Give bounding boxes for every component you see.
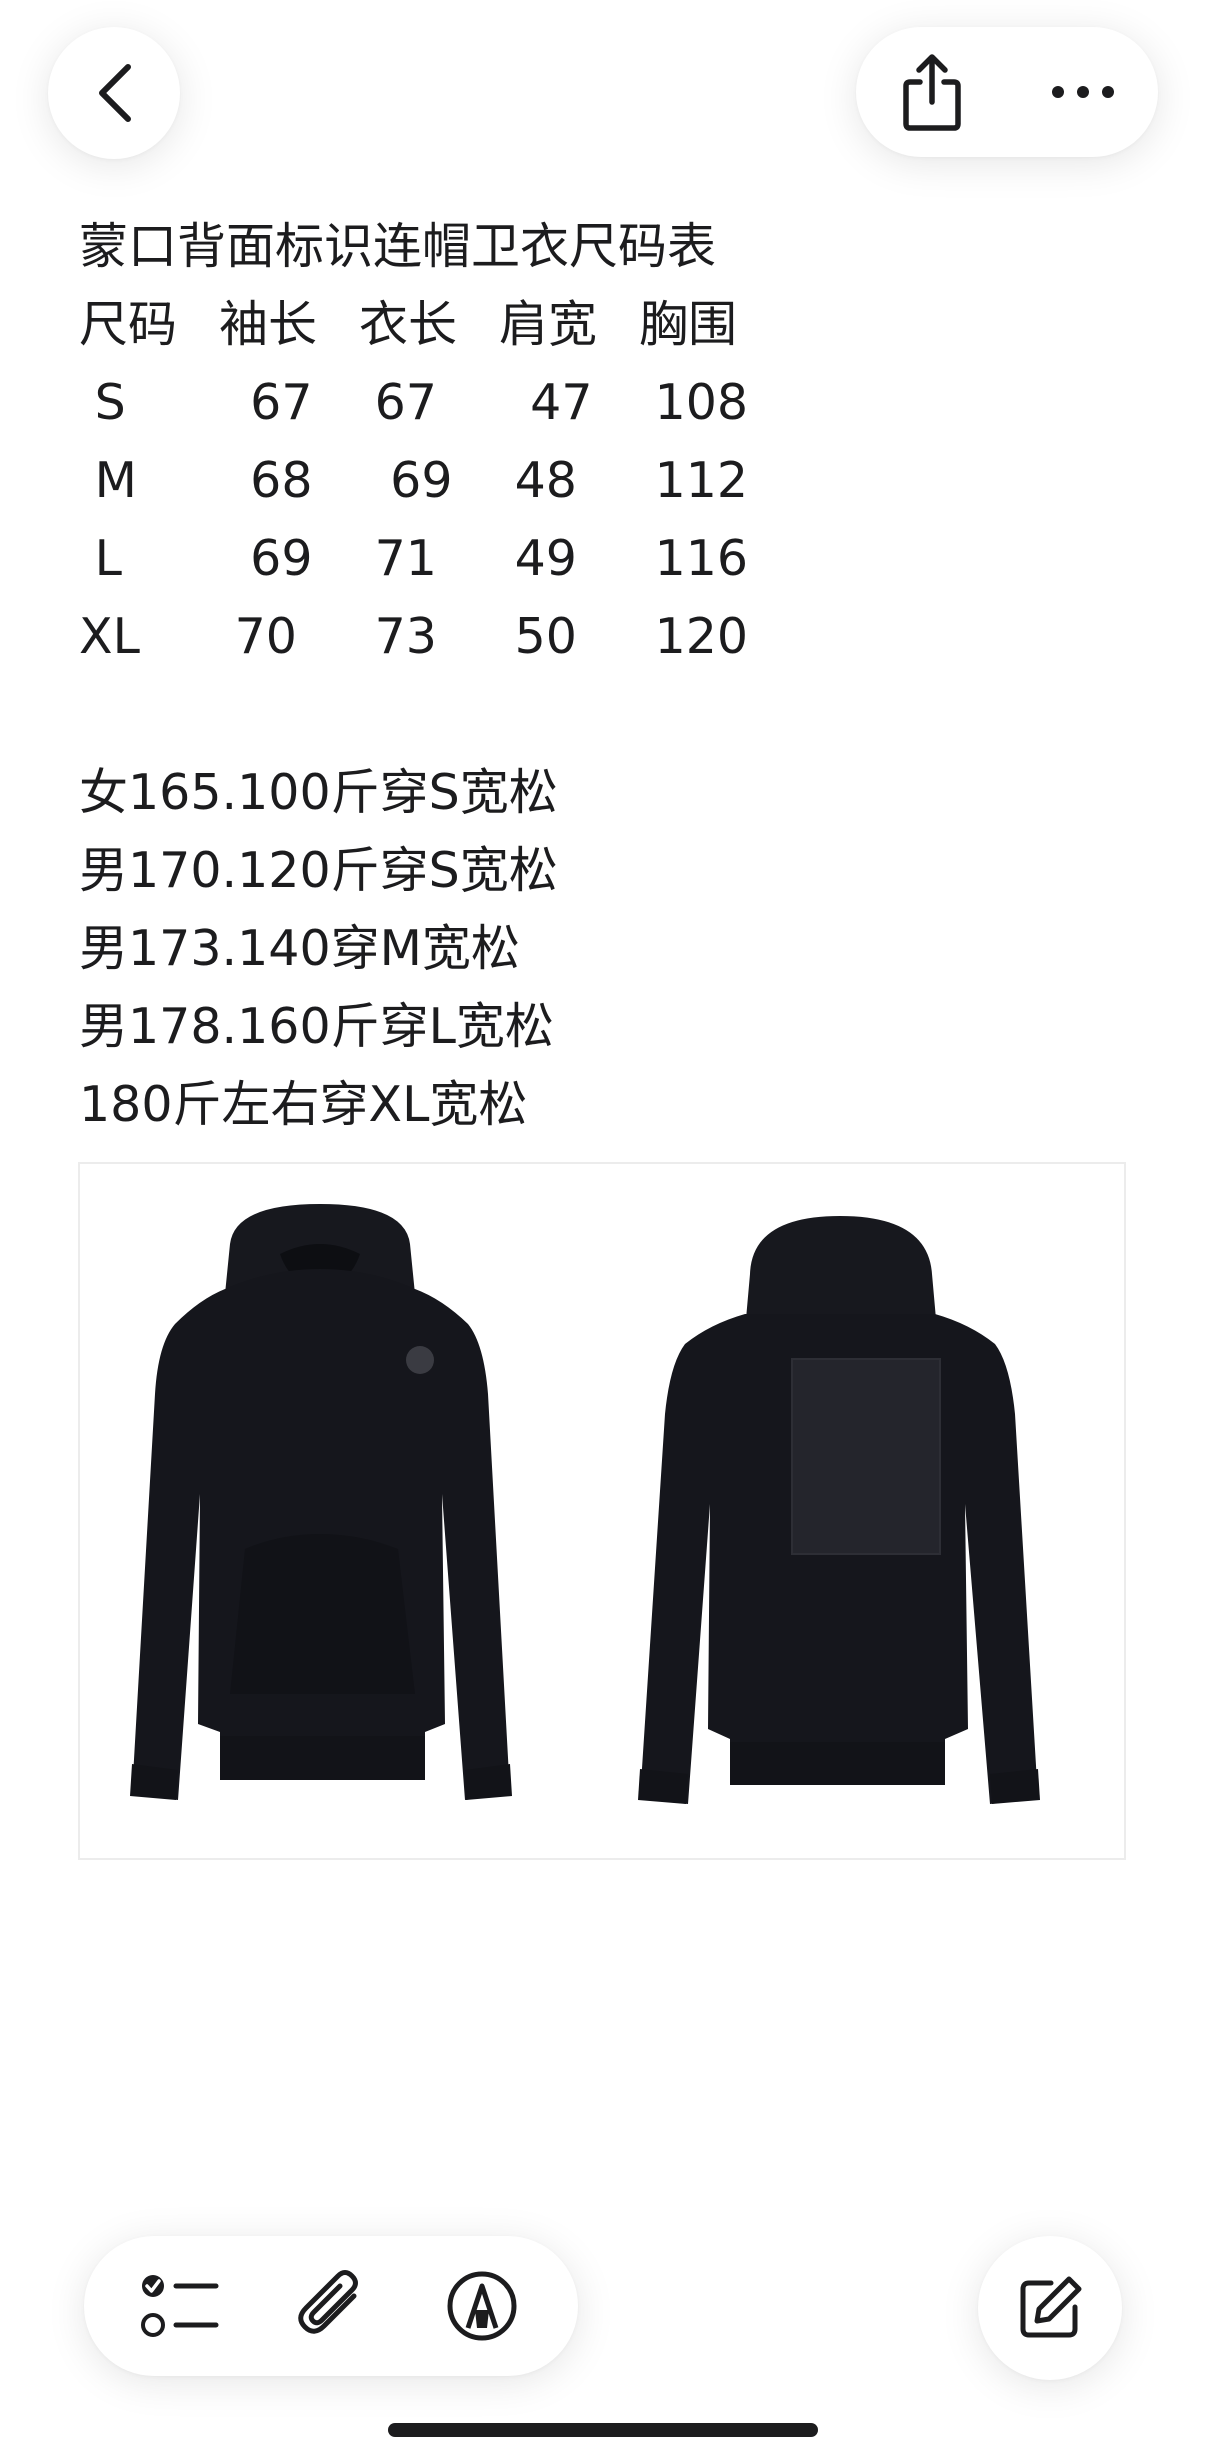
table-header-length: 衣长 xyxy=(359,296,458,353)
table-cell: 108 xyxy=(639,374,749,431)
table-header-shoulder: 肩宽 xyxy=(499,296,598,353)
chevron-left-icon xyxy=(99,64,131,122)
checklist-icon xyxy=(140,2275,219,2337)
product-photo[interactable] xyxy=(78,1162,1126,1860)
table-cell: M xyxy=(79,452,137,509)
table-cell: S xyxy=(79,374,126,431)
compose-icon xyxy=(1020,2276,1082,2338)
table-cell: 67 xyxy=(219,374,313,431)
more-button[interactable] xyxy=(1023,32,1143,152)
back-button[interactable] xyxy=(48,27,180,159)
table-cell: 50 xyxy=(499,608,577,665)
checklist-button[interactable] xyxy=(120,2246,240,2366)
table-cell: 68 xyxy=(219,452,313,509)
table-cell: 116 xyxy=(639,530,749,587)
hoodie-front-image xyxy=(130,1204,512,1800)
table-cell: 120 xyxy=(639,608,749,665)
bottom-toolbar xyxy=(84,2236,578,2376)
note-title: 蒙口背面标识连帽卫衣尺码表 xyxy=(79,218,717,275)
size-table: 尺码 袖长 衣长 肩宽 胸围 S 67 67 47 108 M 68 69 48… xyxy=(79,286,779,676)
ellipsis-icon xyxy=(1051,86,1114,98)
paperclip-icon xyxy=(298,2270,358,2334)
table-header-chest: 胸围 xyxy=(639,296,738,353)
table-cell: XL xyxy=(79,608,140,665)
compose-button[interactable] xyxy=(978,2236,1122,2380)
table-cell: 69 xyxy=(219,530,313,587)
fit-line: 男178.160斤穿L宽松 xyxy=(79,998,554,1055)
hoodie-back-image xyxy=(638,1216,1040,1804)
markup-button[interactable] xyxy=(422,2246,542,2366)
home-indicator[interactable] xyxy=(388,2423,818,2437)
table-cell: 47 xyxy=(499,374,593,431)
share-icon xyxy=(902,54,961,131)
fit-line: 180斤左右穿XL宽松 xyxy=(79,1076,528,1133)
table-cell: 48 xyxy=(499,452,577,509)
attach-button[interactable] xyxy=(271,2246,391,2366)
markup-pen-icon xyxy=(447,2271,517,2341)
table-header-sleeve: 袖长 xyxy=(219,296,318,353)
table-cell: 69 xyxy=(359,452,453,509)
table-cell: L xyxy=(79,530,122,587)
table-cell: 71 xyxy=(359,530,437,587)
table-cell: 112 xyxy=(639,452,749,509)
table-cell: 67 xyxy=(359,374,437,431)
table-cell: 73 xyxy=(359,608,437,665)
fit-line: 女165.100斤穿S宽松 xyxy=(79,764,558,821)
table-cell: 70 xyxy=(219,608,297,665)
fit-line: 男170.120斤穿S宽松 xyxy=(79,842,558,899)
share-button[interactable] xyxy=(872,32,992,152)
top-actions-bar xyxy=(856,27,1158,157)
table-cell: 49 xyxy=(499,530,577,587)
note-body[interactable]: 蒙口背面标识连帽卫衣尺码表 尺码 袖长 衣长 肩宽 胸围 S 67 67 47 … xyxy=(79,208,779,1144)
table-header-size: 尺码 xyxy=(79,296,178,353)
fit-line: 男173.140穿M宽松 xyxy=(79,920,520,977)
